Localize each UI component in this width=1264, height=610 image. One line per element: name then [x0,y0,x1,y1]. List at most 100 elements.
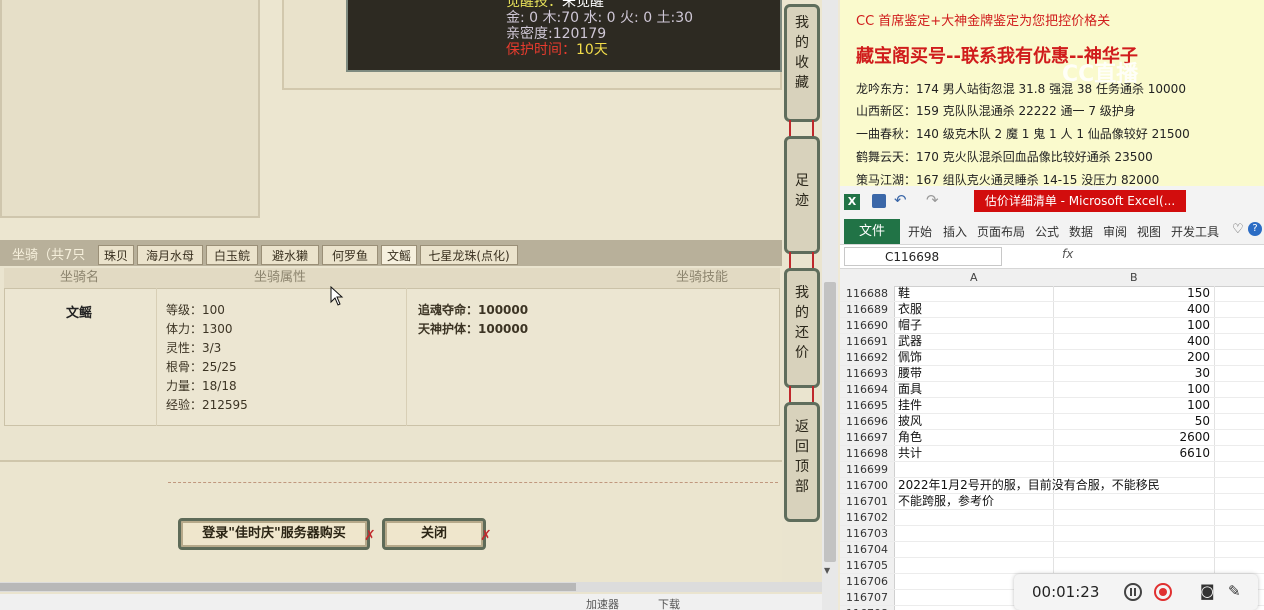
table-row: 116691 武器 400 [840,334,1264,350]
table-row: 116700 2022年1月2号开的服，目前没有合服，不能移民 [840,478,1264,494]
mount-table-header: 坐骑名 坐骑属性 坐骑技能 [4,268,780,288]
cell-b[interactable]: 100 [1054,318,1210,333]
row-number[interactable]: 116706 [840,574,895,589]
tab-insert[interactable]: 插入 [943,223,967,240]
row-number[interactable]: 116699 [840,462,895,477]
cell-a[interactable]: 帽子 [898,318,922,333]
row-number[interactable]: 116702 [840,510,895,525]
mount-skills: 追魂夺命：100000 天神护体：100000 [418,301,528,339]
cell-b[interactable]: 100 [1054,382,1210,397]
tab-zhubei[interactable]: 珠贝 [98,245,134,265]
cell-a[interactable]: 佩饰 [898,350,922,365]
row-number[interactable]: 116697 [840,430,895,445]
cell-b[interactable]: 400 [1054,302,1210,317]
favorites-button[interactable]: 我的收藏 [784,4,820,122]
download-label[interactable]: 下载 [658,596,680,610]
tab-home[interactable]: 开始 [908,223,932,240]
tab-wenyao[interactable]: 文鳐 [381,245,417,265]
horizontal-scroll-thumb[interactable] [0,583,576,591]
row-number[interactable]: 116703 [840,526,895,541]
cell-a[interactable]: 挂件 [898,398,922,413]
row-number[interactable]: 116691 [840,334,895,349]
cell-b[interactable]: 2600 [1054,430,1210,445]
row-number[interactable]: 116694 [840,382,895,397]
row-number[interactable]: 116695 [840,398,895,413]
cell-b[interactable]: 150 [1054,286,1210,301]
row-number[interactable]: 116692 [840,350,895,365]
tab-view[interactable]: 视图 [1137,223,1161,240]
tab-qixing[interactable]: 七星龙珠(点化) [420,245,518,265]
scroll-down-arrow-icon[interactable]: ▼ [824,566,830,575]
tab-bishui[interactable]: 避水獭 [261,245,319,265]
cell-a[interactable]: 衣服 [898,302,922,317]
tab-data[interactable]: 数据 [1069,223,1093,240]
vertical-scroll-thumb[interactable] [824,282,836,562]
row-number[interactable]: 116700 [840,478,895,493]
row-number[interactable]: 116707 [840,590,895,605]
row-number[interactable]: 116693 [840,366,895,381]
tab-haiyue[interactable]: 海月水母 [137,245,203,265]
col-b-header[interactable]: B [1130,271,1138,284]
table-row: 116698 共计 6610 [840,446,1264,462]
camera-icon[interactable]: ◙ [1200,582,1215,600]
bargain-button[interactable]: 我的还价 [784,268,820,388]
file-tab[interactable]: 文件 [844,219,900,244]
tab-heluo[interactable]: 何罗鱼 [322,245,378,265]
stop-record-icon[interactable] [1154,583,1172,601]
cell-b[interactable]: 50 [1054,414,1210,429]
cell-a[interactable]: 不能跨服，参考价 [898,494,994,509]
server-line: 山西新区：159 克队队混通杀 22222 通一 7 级护身 [856,104,1136,118]
buy-login-button[interactable]: 登录"佳时庆"服务器购买 [178,518,370,550]
pause-icon[interactable] [1124,583,1142,601]
cell-a[interactable]: 披风 [898,414,922,429]
cell-a[interactable]: 鞋 [898,286,910,301]
mount-title: 坐骑（共7只 [12,248,86,263]
cell-b[interactable]: 100 [1054,398,1210,413]
cell-a[interactable]: 角色 [898,430,922,445]
protect-line: 保护时间：10天 [506,42,608,58]
cell-b[interactable]: 200 [1054,350,1210,365]
tab-page-layout[interactable]: 页面布局 [977,223,1025,240]
col-a-header[interactable]: A [970,271,978,284]
cell-b[interactable]: 400 [1054,334,1210,349]
accelerator-label[interactable]: 加速器 [586,596,619,610]
cross-icon: ✗ [480,528,492,544]
back-to-top-button[interactable]: 返回顶部 [784,402,820,522]
cell-a[interactable]: 2022年1月2号开的服，目前没有合服，不能移民 [898,478,1160,493]
cell-a[interactable]: 面具 [898,382,922,397]
help-icon[interactable]: ? [1248,222,1262,236]
recording-time: 00:01:23 [1032,583,1100,601]
tab-baiyu[interactable]: 白玉鲩 [206,245,258,265]
fx-icon[interactable]: fx [1062,247,1073,261]
heart-icon[interactable]: ♡ [1232,222,1244,237]
close-button[interactable]: 关闭 [382,518,486,550]
tab-review[interactable]: 审阅 [1103,223,1127,240]
cell-b[interactable]: 6610 [1054,446,1210,461]
row-number[interactable]: 116696 [840,414,895,429]
name-box[interactable]: C116698 [844,247,1002,266]
attr-spirit: 灵性：3/3 [166,341,222,355]
row-number[interactable]: 116690 [840,318,895,333]
footprints-button[interactable]: 足迹 [784,136,820,254]
row-number[interactable]: 116689 [840,302,895,317]
cell-b[interactable]: 30 [1054,366,1210,381]
undo-icon[interactable]: ↶ [894,191,907,209]
cell-a[interactable]: 腰带 [898,366,922,381]
tab-developer[interactable]: 开发工具 [1171,223,1219,240]
pen-icon[interactable]: ✎ [1228,582,1241,600]
table-row: 116695 挂件 100 [840,398,1264,414]
tab-formulas[interactable]: 公式 [1035,223,1059,240]
note-page: CC 首席鉴定+大神金牌鉴定为您把控价格关 藏宝阁买号--联系我有优惠--神华子… [840,0,1264,186]
save-icon[interactable] [872,194,886,208]
row-number[interactable]: 116698 [840,446,895,461]
cell-a[interactable]: 共计 [898,446,922,461]
table-row: 116692 佩饰 200 [840,350,1264,366]
server-line: 策马江湖：167 组队克火通灵睡杀 14-15 没压力 82000 [856,173,1160,186]
row-number[interactable]: 116704 [840,542,895,557]
row-number[interactable]: 116708 [840,606,895,610]
cell-a[interactable]: 武器 [898,334,922,349]
redo-icon[interactable]: ↷ [926,191,939,209]
row-number[interactable]: 116688 [840,286,895,301]
row-number[interactable]: 116705 [840,558,895,573]
row-number[interactable]: 116701 [840,494,895,509]
